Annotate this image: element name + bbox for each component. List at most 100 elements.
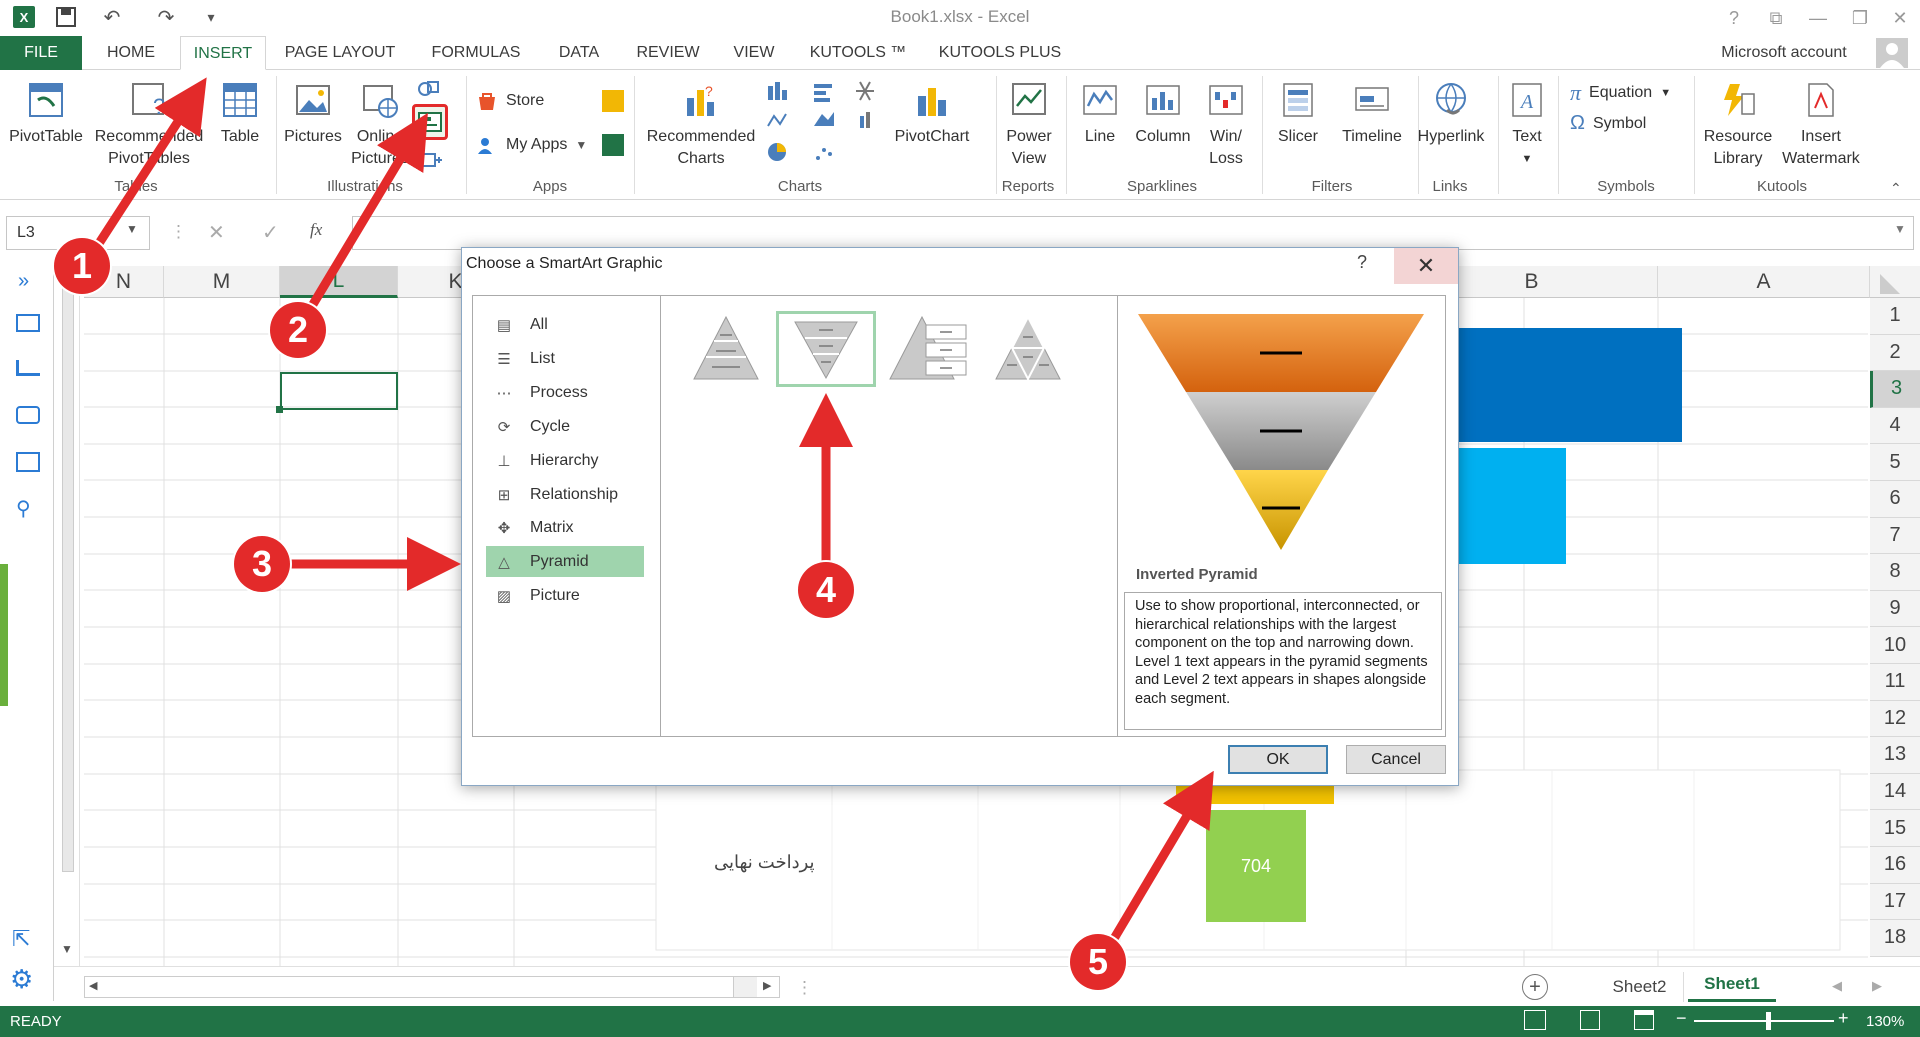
fill-handle[interactable]: [276, 406, 283, 413]
minimize-icon[interactable]: —: [1798, 2, 1838, 34]
tab-data[interactable]: DATA: [548, 36, 610, 70]
equation-button[interactable]: π Equation ▼: [1570, 80, 1671, 106]
dialog-help-button[interactable]: ?: [1350, 252, 1374, 280]
tab-formulas[interactable]: FORMULAS: [420, 36, 532, 70]
funnel-bar-green[interactable]: 704: [1206, 810, 1306, 922]
workbook-sheets-icon[interactable]: [16, 314, 40, 332]
row-header-12[interactable]: 12: [1870, 700, 1920, 738]
hyperlink-button[interactable]: Hyperlink: [1408, 80, 1494, 148]
sparkline-line-button[interactable]: Line: [1074, 80, 1126, 148]
table-button[interactable]: Table: [210, 80, 270, 148]
row-header-17[interactable]: 17: [1870, 883, 1920, 921]
row-header-18[interactable]: 18: [1870, 920, 1920, 957]
tab-kutools[interactable]: KUTOOLS ™: [800, 36, 916, 70]
page-break-view-icon[interactable]: [1634, 1010, 1654, 1030]
recommended-charts-button[interactable]: ? Recommended Charts: [640, 80, 762, 170]
zoom-slider-thumb[interactable]: [1766, 1012, 1771, 1030]
my-apps-button[interactable]: My Apps ▼: [476, 134, 587, 156]
cancel-button[interactable]: Cancel: [1346, 745, 1446, 774]
row-header-1[interactable]: 1: [1870, 298, 1920, 335]
collapse-ribbon-icon[interactable]: ⌃: [1890, 180, 1902, 197]
row-header-8[interactable]: 8: [1870, 554, 1920, 591]
timeline-button[interactable]: Timeline: [1332, 80, 1412, 148]
symbol-button[interactable]: Ω Symbol: [1570, 112, 1646, 135]
tab-insert[interactable]: INSERT: [180, 36, 266, 70]
restore-icon[interactable]: ❐: [1840, 2, 1880, 34]
name-box-dropdown-icon[interactable]: ▼: [126, 222, 138, 236]
category-relationship[interactable]: ⊞ Relationship: [486, 479, 644, 510]
ok-button[interactable]: OK: [1228, 745, 1328, 774]
row-header-16[interactable]: 16: [1870, 847, 1920, 884]
autotext-icon[interactable]: [16, 360, 40, 376]
normal-view-icon[interactable]: [1524, 1010, 1546, 1030]
insert-watermark-button[interactable]: Insert Watermark: [1778, 80, 1864, 170]
horizontal-scroll-thumb[interactable]: [733, 977, 757, 997]
page-layout-view-icon[interactable]: [1580, 1010, 1600, 1030]
column-header-m[interactable]: M: [164, 266, 280, 298]
store-button[interactable]: Store: [476, 90, 544, 112]
row-header-14[interactable]: 14: [1870, 773, 1920, 811]
account-label[interactable]: Microsoft account: [1696, 36, 1872, 70]
scroll-left-arrow-icon[interactable]: ◀: [89, 979, 97, 992]
layout-pyramid-list[interactable]: [882, 311, 982, 387]
bing-maps-icon[interactable]: [602, 90, 624, 112]
tab-kutools-plus[interactable]: KUTOOLS PLUS: [932, 36, 1068, 70]
tab-home[interactable]: HOME: [96, 36, 166, 70]
text-button[interactable]: A Text ▼: [1502, 80, 1552, 170]
sparkline-winloss-button[interactable]: Win/ Loss: [1198, 80, 1254, 170]
funnel-bar-blue[interactable]: [1440, 328, 1682, 442]
dialog-close-icon[interactable]: ✕: [1394, 248, 1458, 284]
expand-pane-icon[interactable]: »: [18, 270, 29, 293]
zoom-level[interactable]: 130%: [1866, 1013, 1904, 1030]
category-list-item[interactable]: ☰ List: [486, 343, 644, 374]
cancel-entry-icon[interactable]: ✕: [208, 220, 225, 245]
tab-review[interactable]: REVIEW: [628, 36, 708, 70]
sheet-tab-sheet1[interactable]: Sheet1: [1688, 968, 1776, 1002]
enter-entry-icon[interactable]: ✓: [262, 220, 279, 245]
vertical-scrollbar[interactable]: ▼: [56, 266, 80, 966]
find-replace-icon[interactable]: ⚲: [16, 496, 31, 521]
row-header-10[interactable]: 10: [1870, 627, 1920, 664]
scroll-right-arrow-icon[interactable]: ▶: [763, 979, 771, 992]
category-process[interactable]: ⋯ Process: [486, 377, 644, 408]
layout-inverted-pyramid[interactable]: [776, 311, 876, 387]
slicer-button[interactable]: Slicer: [1266, 80, 1330, 148]
layout-basic-pyramid[interactable]: [676, 311, 776, 387]
category-cycle[interactable]: ⟳ Cycle: [486, 411, 644, 442]
recommended-pivottables-button[interactable]: ? Recommended PivotTables: [90, 80, 208, 170]
tab-view[interactable]: VIEW: [724, 36, 784, 70]
people-graph-icon[interactable]: [602, 134, 624, 156]
chart-type-gallery[interactable]: [764, 78, 884, 170]
power-view-button[interactable]: Power View: [998, 80, 1060, 170]
select-all-corner[interactable]: [1870, 266, 1920, 298]
vertical-scroll-thumb[interactable]: [62, 282, 74, 872]
row-header-5[interactable]: 5: [1870, 444, 1920, 481]
smartart-button[interactable]: [412, 104, 448, 140]
column-header-a[interactable]: A: [1658, 266, 1870, 298]
sparkline-column-button[interactable]: Column: [1130, 80, 1196, 148]
category-hierarchy[interactable]: ⊥ Hierarchy: [486, 445, 644, 476]
tab-scroll-right-icon[interactable]: ▶: [1872, 978, 1882, 994]
zoom-out-icon[interactable]: −: [1676, 1008, 1687, 1029]
pictures-button[interactable]: Pictures: [280, 80, 346, 148]
row-header-9[interactable]: 9: [1870, 590, 1920, 628]
row-header-6[interactable]: 6: [1870, 481, 1920, 518]
zoom-slider[interactable]: [1694, 1020, 1834, 1022]
help-icon[interactable]: ?: [1714, 2, 1754, 34]
new-sheet-icon[interactable]: +: [1522, 974, 1548, 1000]
insert-function-icon[interactable]: fx: [310, 220, 322, 240]
formula-input[interactable]: [352, 216, 1914, 250]
close-window-icon[interactable]: ✕: [1880, 2, 1920, 34]
sheet-tab-sheet2[interactable]: Sheet2: [1596, 972, 1684, 1002]
tab-file[interactable]: FILE: [0, 36, 82, 70]
resource-library-button[interactable]: Resource Library: [1698, 80, 1778, 170]
category-all[interactable]: ▤ All: [486, 309, 644, 340]
layout-segmented-pyramid[interactable]: [978, 311, 1078, 387]
zoom-in-icon[interactable]: +: [1838, 1008, 1849, 1029]
online-pictures-button[interactable]: Online Pictures: [348, 80, 412, 170]
tab-scroll-left-icon[interactable]: ◀: [1832, 978, 1842, 994]
name-manager-icon[interactable]: [16, 406, 40, 424]
avatar[interactable]: [1876, 38, 1908, 68]
expand-formula-bar-icon[interactable]: ▼: [1894, 222, 1906, 236]
shapes-icon[interactable]: [416, 78, 444, 100]
